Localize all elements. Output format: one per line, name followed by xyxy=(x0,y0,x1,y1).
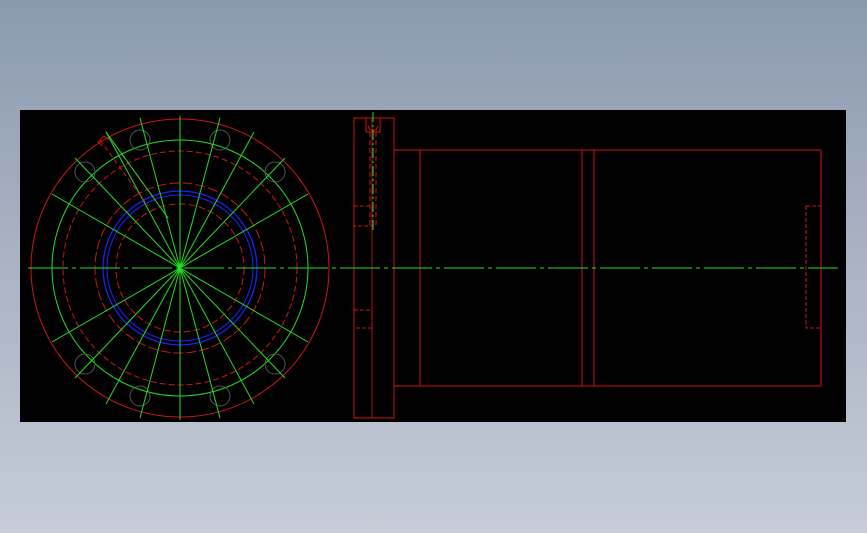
bolt-hole xyxy=(74,161,96,183)
bolt-hole xyxy=(264,353,286,375)
rear-relief xyxy=(805,205,822,329)
lube-port-centerline xyxy=(105,131,169,219)
bolt-hole xyxy=(209,385,231,407)
bolt-hole xyxy=(74,353,96,375)
bolt-hole xyxy=(129,385,151,407)
bolt-hole xyxy=(264,161,286,183)
bolt-hole xyxy=(129,129,151,151)
bolt-hole xyxy=(209,129,231,151)
flange-slot-bottom xyxy=(353,309,373,329)
flange-slot-top xyxy=(353,205,373,227)
cad-drawing-viewport[interactable] xyxy=(20,110,846,422)
cad-drawing-canvas xyxy=(28,112,838,420)
